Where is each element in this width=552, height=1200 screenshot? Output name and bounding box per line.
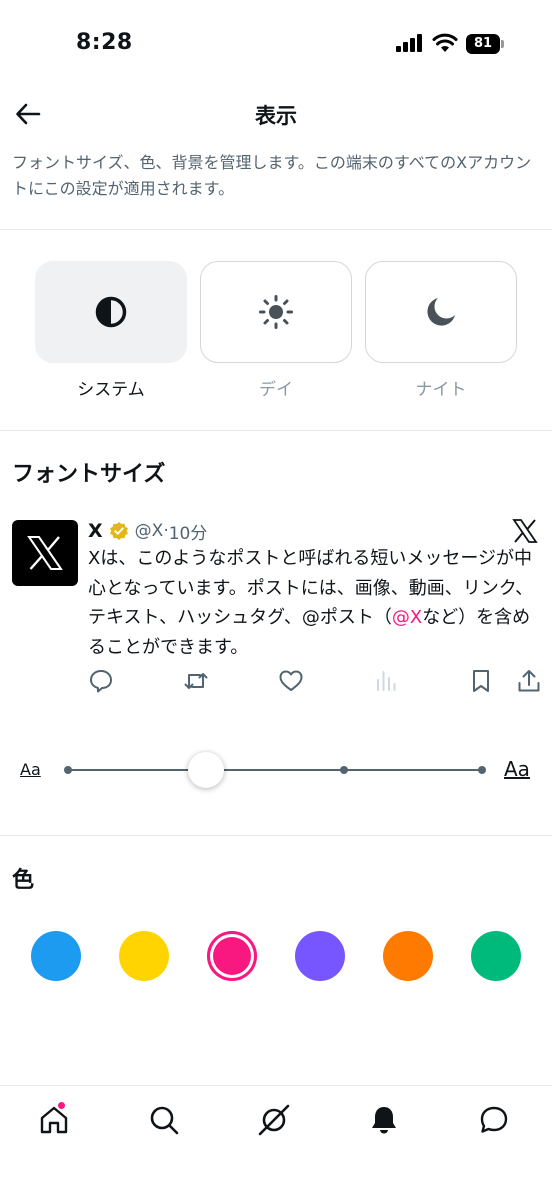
- repost-icon[interactable]: [183, 668, 209, 694]
- page-title: 表示: [255, 104, 297, 128]
- color-swatch-purple[interactable]: [295, 931, 345, 981]
- tab-home[interactable]: [34, 1100, 74, 1140]
- post-actions: [88, 668, 544, 698]
- x-logo-icon: [27, 536, 63, 570]
- divider: [0, 835, 552, 836]
- divider: [0, 229, 552, 230]
- font-size-smaller-label[interactable]: Aa: [20, 760, 41, 779]
- slider-track: [68, 769, 482, 771]
- wifi-icon: [432, 33, 458, 52]
- reply-icon[interactable]: [88, 668, 114, 694]
- share-icon[interactable]: [516, 668, 542, 694]
- slider-step-dot[interactable]: [64, 766, 72, 774]
- post-text: Xは、このようなポストと呼ばれる短いメッセージが中心となっています。ポストには、…: [88, 544, 544, 662]
- slider-thumb[interactable]: [188, 752, 224, 788]
- post-mention[interactable]: @X: [392, 607, 422, 628]
- status-bar: 8:28 81: [0, 0, 552, 90]
- bookmark-icon[interactable]: [468, 668, 494, 694]
- font-size-slider[interactable]: [64, 750, 486, 790]
- post-handle: @X: [134, 521, 164, 541]
- theme-option-day[interactable]: [200, 261, 352, 363]
- new-activity-dot: [57, 1101, 66, 1110]
- color-swatch-pink[interactable]: [207, 931, 257, 981]
- moon-icon: [427, 298, 455, 326]
- battery-indicator: 81: [466, 34, 504, 54]
- tab-messages[interactable]: [474, 1100, 514, 1140]
- post-author-name: X: [88, 520, 103, 542]
- tab-search[interactable]: [144, 1100, 184, 1140]
- messages-icon: [480, 1106, 508, 1133]
- color-swatch-yellow[interactable]: [119, 931, 169, 981]
- status-time: 8:28: [76, 30, 133, 55]
- header: 表示: [0, 90, 552, 142]
- theme-option-system[interactable]: [35, 261, 187, 363]
- like-icon[interactable]: [278, 668, 304, 694]
- notifications-icon: [372, 1107, 396, 1134]
- post-time: 10分: [168, 523, 208, 544]
- settings-description: フォントサイズ、色、背景を管理します。この端末のすべてのXアカウントにこの設定が…: [12, 153, 532, 198]
- color-swatch-blue[interactable]: [31, 931, 81, 981]
- theme-option-night[interactable]: [365, 261, 517, 363]
- tab-grok[interactable]: [254, 1100, 294, 1140]
- theme-label-system: システム: [77, 380, 145, 400]
- tab-notifications[interactable]: [364, 1100, 404, 1140]
- slider-step-dot[interactable]: [340, 766, 348, 774]
- color-swatch-green[interactable]: [471, 931, 521, 981]
- font-size-larger-label[interactable]: Aa: [504, 757, 530, 781]
- color-swatch-orange[interactable]: [383, 931, 433, 981]
- post-header: X @X · 10分: [88, 518, 207, 544]
- divider: [0, 430, 552, 431]
- tab-bar: [0, 1085, 552, 1200]
- grok-icon: [258, 1104, 290, 1136]
- font-size-title: フォントサイズ: [12, 462, 166, 487]
- slider-step-dot[interactable]: [478, 766, 486, 774]
- cellular-signal-icon: [396, 34, 424, 52]
- avatar: [12, 520, 78, 586]
- theme-label-day: デイ: [259, 380, 293, 400]
- theme-label-night: ナイト: [415, 380, 467, 400]
- color-title: 色: [12, 868, 35, 893]
- sun-icon: [259, 295, 293, 329]
- home-icon: [40, 1106, 68, 1134]
- views-icon[interactable]: [373, 668, 399, 694]
- x-logo-icon: [512, 519, 538, 543]
- verified-badge-icon: [109, 522, 128, 540]
- contrast-icon: [95, 296, 127, 328]
- battery-level: 81: [473, 36, 493, 51]
- search-icon: [150, 1106, 179, 1135]
